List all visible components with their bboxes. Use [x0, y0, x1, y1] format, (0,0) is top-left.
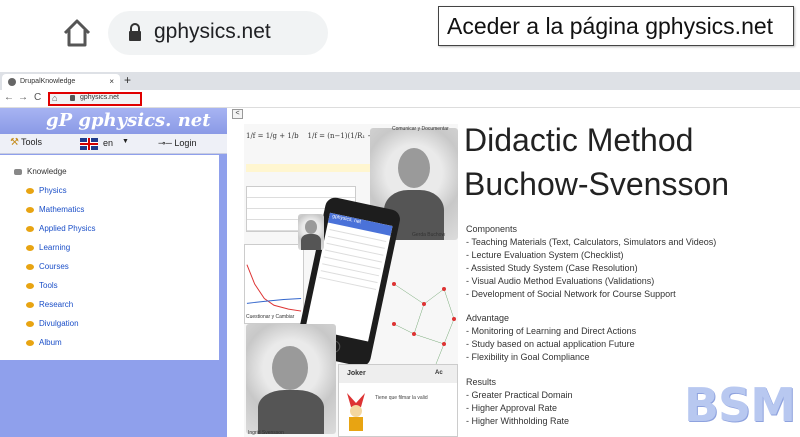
- lock-icon-small: [70, 95, 75, 101]
- folder-icon: [14, 168, 22, 175]
- component-item: - Teaching Materials (Text, Calculators,…: [466, 237, 717, 247]
- bullet-icon: [26, 244, 34, 251]
- portrait-ingrid-svensson: [246, 324, 336, 434]
- advantage-item: - Monitoring of Learning and Direct Acti…: [466, 326, 637, 336]
- joker-column: Ac: [435, 370, 443, 376]
- bsm-logo: BSM: [684, 378, 796, 432]
- result-item: - Greater Practical Domain: [466, 390, 573, 400]
- nav-item-physics[interactable]: Physics: [26, 186, 67, 195]
- portrait-small: [298, 214, 324, 250]
- bullet-icon: [26, 282, 34, 289]
- nav-item-research[interactable]: Research: [26, 300, 73, 309]
- caption-ingrid: Ingrid Svensson: [248, 430, 284, 436]
- tools-button[interactable]: ⚒ Tools: [10, 137, 42, 148]
- bullet-icon: [26, 225, 34, 232]
- tab-title: DrupalKnowledge: [20, 78, 76, 85]
- new-tab-button[interactable]: +: [124, 73, 131, 87]
- result-item: - Higher Withholding Rate: [466, 416, 570, 426]
- advantage-heading: Advantage: [466, 313, 510, 323]
- caption-question: Cuestionar y Cambiar: [246, 314, 295, 320]
- zoomed-address-bar: gphysics.net Aceder a la página gphysics…: [0, 0, 800, 66]
- result-item: - Higher Approval Rate: [466, 403, 558, 413]
- address-bar-url[interactable]: gphysics.net: [80, 94, 119, 101]
- caption-communicate: Comunicar y Documentar: [392, 126, 449, 132]
- login-button[interactable]: ⊸─ Login: [158, 138, 196, 149]
- bullet-icon: [26, 263, 34, 270]
- page-title-line-1: Didactic Method: [464, 122, 694, 158]
- caption-gerda: Gerda Buchow: [412, 232, 446, 238]
- components-heading: Components: [466, 224, 518, 234]
- favicon-icon: [8, 78, 16, 86]
- back-icon[interactable]: ←: [4, 92, 14, 103]
- nav-item-learning[interactable]: Learning: [26, 243, 70, 252]
- reload-icon[interactable]: C: [34, 92, 41, 103]
- key-icon: ⊸─: [158, 138, 175, 148]
- bullet-icon: [26, 339, 34, 346]
- component-item: - Visual Audio Method Evaluations (Valid…: [466, 276, 655, 286]
- warning-strip: [246, 164, 376, 172]
- nav-item-divulgation[interactable]: Divulgation: [26, 319, 79, 328]
- method-collage-image: 1/f = 1/g + 1/b 1/f = (n−1)(1/R₁ + 1/R₂)…: [244, 124, 458, 437]
- mini-chart: [244, 244, 304, 324]
- home-icon-small[interactable]: ⌂: [52, 93, 57, 103]
- login-label: Login: [174, 138, 197, 148]
- sidebar: gP gphysics. net ⚒ Tools en ▼ ⊸─ Login Kn…: [0, 108, 227, 437]
- callout-text: Aceder a la página gphysics.net: [447, 13, 774, 39]
- component-item: - Development of Social Network for Cour…: [466, 289, 676, 299]
- bullet-icon: [26, 301, 34, 308]
- uk-flag-icon[interactable]: [80, 138, 98, 150]
- lock-icon: [129, 23, 141, 41]
- language-select[interactable]: en: [103, 138, 113, 148]
- nav-item-mathematics[interactable]: Mathematics: [26, 205, 84, 214]
- nav-item-knowledge[interactable]: Knowledge: [14, 167, 67, 176]
- component-item: - Assisted Study System (Case Resolution…: [466, 263, 638, 273]
- address-text[interactable]: gphysics.net: [154, 20, 271, 44]
- method-description: Didactic Method Buchow-Svensson Componen…: [458, 108, 800, 437]
- chevron-down-icon[interactable]: ▼: [122, 138, 129, 145]
- tools-label: Tools: [20, 137, 42, 147]
- browser-tab[interactable]: DrupalKnowledge ×: [2, 74, 120, 90]
- collapse-sidebar-button[interactable]: <: [232, 109, 243, 119]
- toolbar: ⚒ Tools en ▼ ⊸─ Login: [0, 134, 227, 154]
- tools-icon: ⚒: [10, 137, 19, 148]
- advantage-item: - Study based on actual application Futu…: [466, 339, 635, 349]
- nav-item-tools[interactable]: Tools: [26, 281, 58, 290]
- nav-item-courses[interactable]: Courses: [26, 262, 69, 271]
- page-title-line-2: Buchow-Svensson: [464, 166, 730, 202]
- screenshot-root: gphysics.net Aceder a la página gphysics…: [0, 0, 800, 437]
- site-logo[interactable]: gP gphysics. net: [46, 110, 211, 131]
- bullet-icon: [26, 320, 34, 327]
- nav-item-applied-physics[interactable]: Applied Physics: [26, 224, 95, 233]
- results-heading: Results: [466, 377, 497, 387]
- close-tab-icon[interactable]: ×: [109, 77, 114, 86]
- site-logo-bar: gP gphysics. net: [0, 108, 227, 134]
- nav-item-album[interactable]: Album: [26, 338, 62, 347]
- tab-strip: DrupalKnowledge × +: [0, 72, 800, 90]
- joker-text: Tiene que filmar la valid: [375, 395, 428, 401]
- instruction-callout: Aceder a la página gphysics.net: [438, 6, 794, 46]
- joker-panel: Joker Ac Tiene que filmar la valid: [338, 364, 458, 437]
- navigation-menu: Knowledge Physics Mathematics Applied Ph…: [0, 155, 219, 360]
- home-icon[interactable]: [60, 16, 94, 50]
- component-item: - Lecture Evaluation System (Checklist): [466, 250, 624, 260]
- bullet-icon: [26, 187, 34, 194]
- network-graph: [392, 282, 456, 371]
- bullet-icon: [26, 206, 34, 213]
- web-page: gP gphysics. net ⚒ Tools en ▼ ⊸─ Login Kn…: [0, 108, 800, 437]
- browser-navbar: ← → C ⌂ gphysics.net: [0, 90, 800, 108]
- joker-icon: [347, 393, 365, 431]
- advantage-item: - Flexibility in Goal Compliance: [466, 352, 590, 362]
- forward-icon[interactable]: →: [18, 92, 28, 103]
